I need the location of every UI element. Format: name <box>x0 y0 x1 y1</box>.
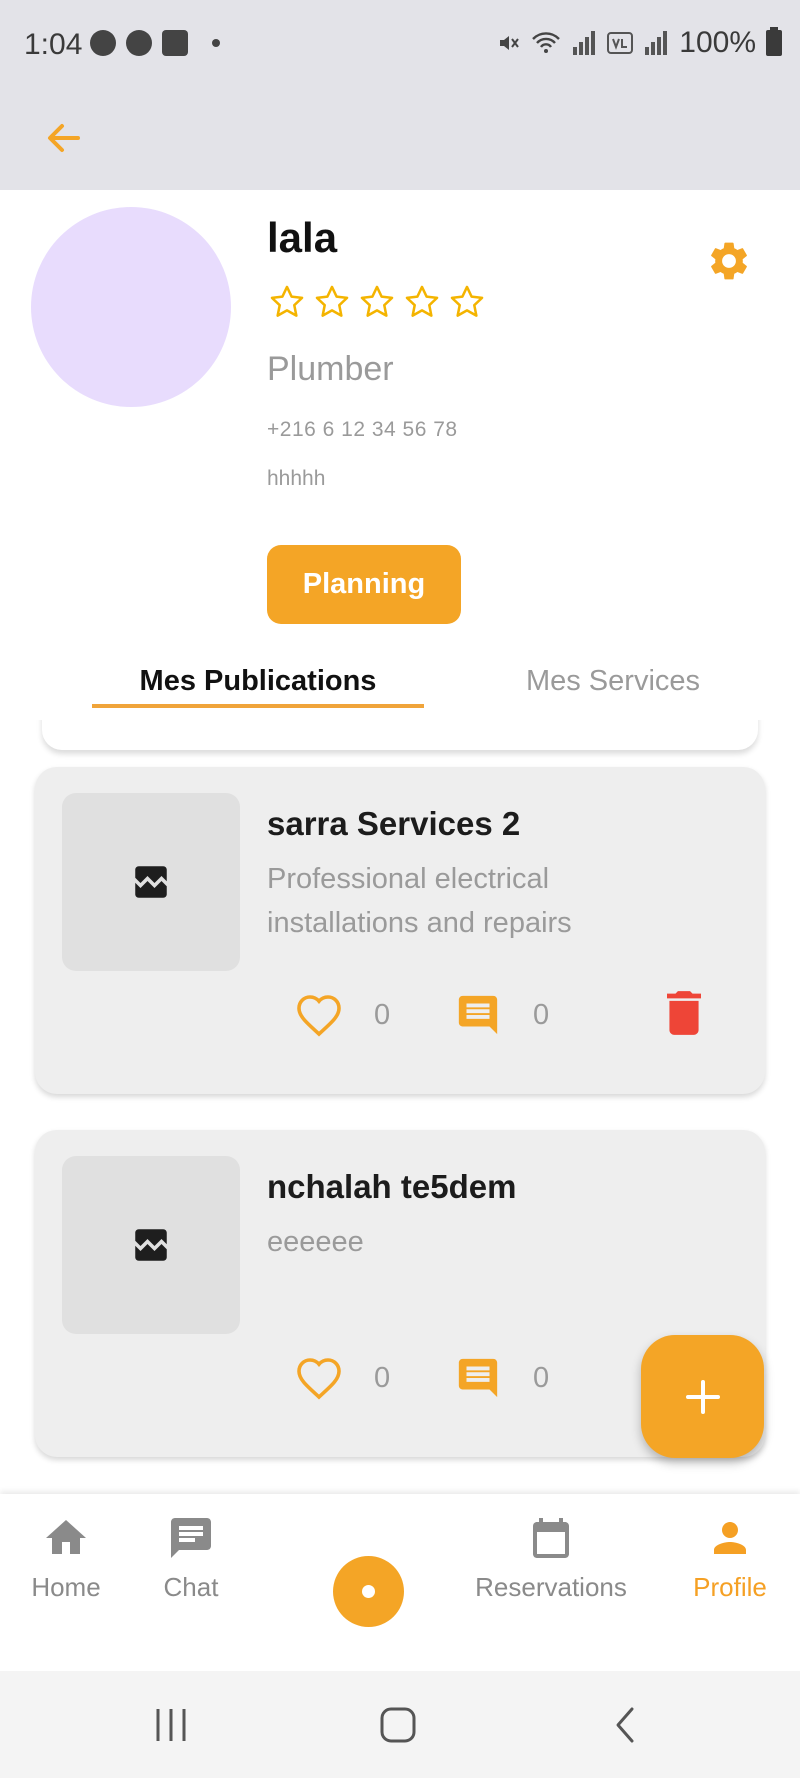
system-back-icon[interactable] <box>606 1705 646 1745</box>
app-bar <box>0 90 800 190</box>
gear-icon <box>711 242 747 280</box>
star-icon[interactable] <box>403 283 441 321</box>
broken-image-icon <box>135 866 167 898</box>
nav-item-profile[interactable]: Profile <box>684 1514 776 1603</box>
gallery-icon <box>162 30 188 56</box>
publication-card[interactable]: sarra Services 2 Professional electrical… <box>35 767 765 1094</box>
profession: Plumber <box>267 350 394 388</box>
recent-apps-icon[interactable] <box>152 1705 192 1745</box>
nav-label-profile: Profile <box>693 1572 767 1602</box>
home-icon <box>46 1520 86 1554</box>
more-notifications-icon <box>212 39 220 47</box>
plus-icon <box>685 1379 720 1414</box>
notification-icons <box>90 30 220 56</box>
settings-button[interactable] <box>706 238 752 284</box>
home-button-icon[interactable] <box>378 1705 418 1745</box>
comment-icon <box>458 1358 498 1398</box>
profile-screen: 1:04 100% lala Plumber +216 6 12 34 56 7… <box>0 0 800 1778</box>
tab-mes-publications[interactable]: Mes Publications <box>92 665 424 698</box>
person-icon <box>714 1522 746 1554</box>
mute-icon <box>500 36 520 50</box>
system-status: 100% <box>497 26 782 60</box>
comment-button[interactable] <box>455 991 501 1039</box>
delete-button[interactable] <box>667 991 701 1035</box>
comment-button[interactable] <box>455 1354 501 1402</box>
tab-indicator <box>92 704 424 708</box>
like-button[interactable] <box>295 1356 343 1400</box>
nav-label-home: Home <box>31 1572 101 1602</box>
nav-label-chat: Chat <box>163 1572 219 1602</box>
snapchat-icon <box>126 30 152 56</box>
publication-description: Professional electrical installations an… <box>267 863 572 939</box>
profile-name: lala <box>267 214 338 261</box>
like-button[interactable] <box>295 993 343 1037</box>
nav-label-reservations: Reservations <box>475 1572 627 1602</box>
broken-image-icon <box>135 1229 167 1261</box>
publication-title: nchalah te5dem <box>267 1168 517 1205</box>
signal-icon-2 <box>643 31 669 55</box>
system-navigation-bar <box>0 1671 800 1778</box>
bottom-navigation: Home Chat Reservations Profile <box>0 1494 800 1671</box>
previous-card-edge <box>42 720 758 750</box>
star-icon[interactable] <box>448 283 486 321</box>
avatar <box>31 207 231 407</box>
publication-title: sarra Services 2 <box>267 805 521 842</box>
add-publication-button[interactable] <box>641 1335 764 1458</box>
status-time: 1:04 <box>24 28 83 61</box>
nav-item-reservations[interactable]: Reservations <box>466 1514 636 1603</box>
nav-center-button[interactable] <box>333 1556 404 1627</box>
status-bar: 1:04 100% <box>0 0 800 90</box>
comment-count: 0 <box>533 999 550 1031</box>
messenger-icon <box>90 30 116 56</box>
rating-stars <box>268 283 486 321</box>
calendar-icon <box>533 1518 569 1558</box>
signal-icon <box>571 31 597 55</box>
star-icon[interactable] <box>358 283 396 321</box>
publication-image <box>62 793 240 971</box>
tab-mes-services[interactable]: Mes Services <box>460 665 766 698</box>
battery-percent: 100% <box>679 26 756 59</box>
star-icon[interactable] <box>313 283 351 321</box>
volte-icon <box>607 32 634 54</box>
comment-icon <box>458 995 498 1035</box>
comment-count: 0 <box>533 1362 550 1394</box>
battery-icon <box>766 27 782 56</box>
like-count: 0 <box>374 1362 391 1394</box>
heart-icon <box>297 995 341 1037</box>
star-icon[interactable] <box>268 283 306 321</box>
publication-description: eeeeee <box>267 1226 364 1258</box>
phone-number: +216 6 12 34 56 78 <box>267 418 458 441</box>
planning-button[interactable]: Planning <box>267 545 461 624</box>
trash-icon <box>667 991 701 1035</box>
dot-icon <box>362 1585 375 1598</box>
arrow-back-icon <box>48 124 80 152</box>
back-button[interactable] <box>38 112 90 164</box>
bio: hhhhh <box>267 467 326 490</box>
nav-item-home[interactable]: Home <box>20 1514 112 1603</box>
nav-item-chat[interactable]: Chat <box>146 1514 236 1603</box>
like-count: 0 <box>374 999 391 1031</box>
wifi-icon <box>532 32 561 53</box>
heart-icon <box>297 1358 341 1400</box>
chat-icon <box>171 1518 211 1558</box>
publication-image <box>62 1156 240 1334</box>
